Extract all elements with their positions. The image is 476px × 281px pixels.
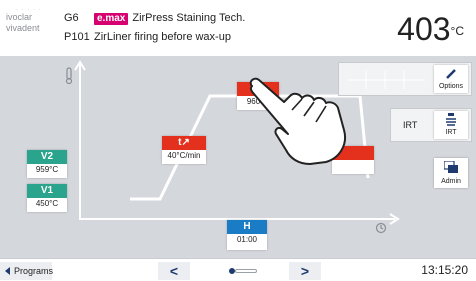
header-line-2: P101 ZirLiner firing before wax-up xyxy=(64,31,231,43)
holding-label: H xyxy=(227,220,267,234)
emax-brand-badge: e.max xyxy=(94,13,129,25)
options-button[interactable]: Options xyxy=(434,65,468,93)
x-axis-arrow xyxy=(389,213,400,225)
admin-windows-icon xyxy=(444,161,458,173)
header-line-1: G6 e.max ZirPress Staining Tech. xyxy=(64,12,245,25)
clock-icon xyxy=(375,222,387,234)
options-label: Options xyxy=(438,83,464,90)
back-triangle-icon xyxy=(5,267,10,275)
grid-placeholder xyxy=(347,71,423,89)
v1-label: V1 xyxy=(27,184,67,198)
irt-button[interactable]: IRT xyxy=(434,111,468,139)
v1-vacuum-on-button[interactable]: V1 450°C xyxy=(27,184,67,212)
programs-label: Programs xyxy=(14,266,54,276)
thermometer-icon xyxy=(65,67,73,85)
admin-button[interactable]: Admin xyxy=(434,158,468,188)
heating-rate-label: t↗ xyxy=(162,136,206,150)
program-name: ZirLiner firing before wax-up xyxy=(94,31,231,43)
page-dot xyxy=(229,268,235,274)
ivoclar-logo: · · · · · ivoclar vivadent xyxy=(6,7,56,34)
current-temperature: 403°C xyxy=(397,12,464,46)
program-number: P101 xyxy=(64,31,90,43)
temperature-value: 403 xyxy=(397,11,451,47)
v2-label: V2 xyxy=(27,150,67,164)
program-group: G6 xyxy=(64,12,79,24)
chevron-right-icon: > xyxy=(300,263,310,279)
heating-rate-button[interactable]: t↗ 40°C/min xyxy=(162,136,206,164)
holding-time-button[interactable]: H 01:00 xyxy=(227,220,267,250)
firing-curve-area: V2 959°C V1 450°C t↗ 40°C/min T 960°C H … xyxy=(0,56,476,258)
heating-rate-value: 40°C/min xyxy=(167,151,201,160)
irt-text: IRT xyxy=(403,120,418,130)
chevron-left-icon: < xyxy=(169,263,179,279)
v2-value: 959°C xyxy=(35,165,59,174)
program-title: ZirPress Staining Tech. xyxy=(132,12,246,24)
page-indicator xyxy=(229,268,259,274)
irt-sensor-icon xyxy=(446,113,456,126)
pointing-hand-icon xyxy=(249,77,346,165)
logo-dots-icon: · · · · · xyxy=(16,7,42,13)
v1-value: 450°C xyxy=(35,199,59,208)
next-page-button[interactable]: > xyxy=(289,262,321,280)
footer-bar: Programs < > 13:15:20 xyxy=(0,258,476,281)
irt-label: IRT xyxy=(445,129,457,136)
holding-value: 01:00 xyxy=(236,235,258,244)
admin-label: Admin xyxy=(441,178,461,185)
clock-time: 13:15:20 xyxy=(421,263,468,277)
page-track xyxy=(235,269,257,273)
y-axis-arrow xyxy=(74,60,86,71)
logo-text-bottom: vivadent xyxy=(6,23,40,33)
temperature-unit: °C xyxy=(450,24,464,38)
header-bar: · · · · · ivoclar vivadent G6 e.max ZirPre… xyxy=(0,0,476,56)
v2-vacuum-off-button[interactable]: V2 959°C xyxy=(27,150,67,178)
pencil-icon xyxy=(446,69,456,79)
previous-page-button[interactable]: < xyxy=(158,262,190,280)
programs-button[interactable]: Programs xyxy=(0,262,54,280)
